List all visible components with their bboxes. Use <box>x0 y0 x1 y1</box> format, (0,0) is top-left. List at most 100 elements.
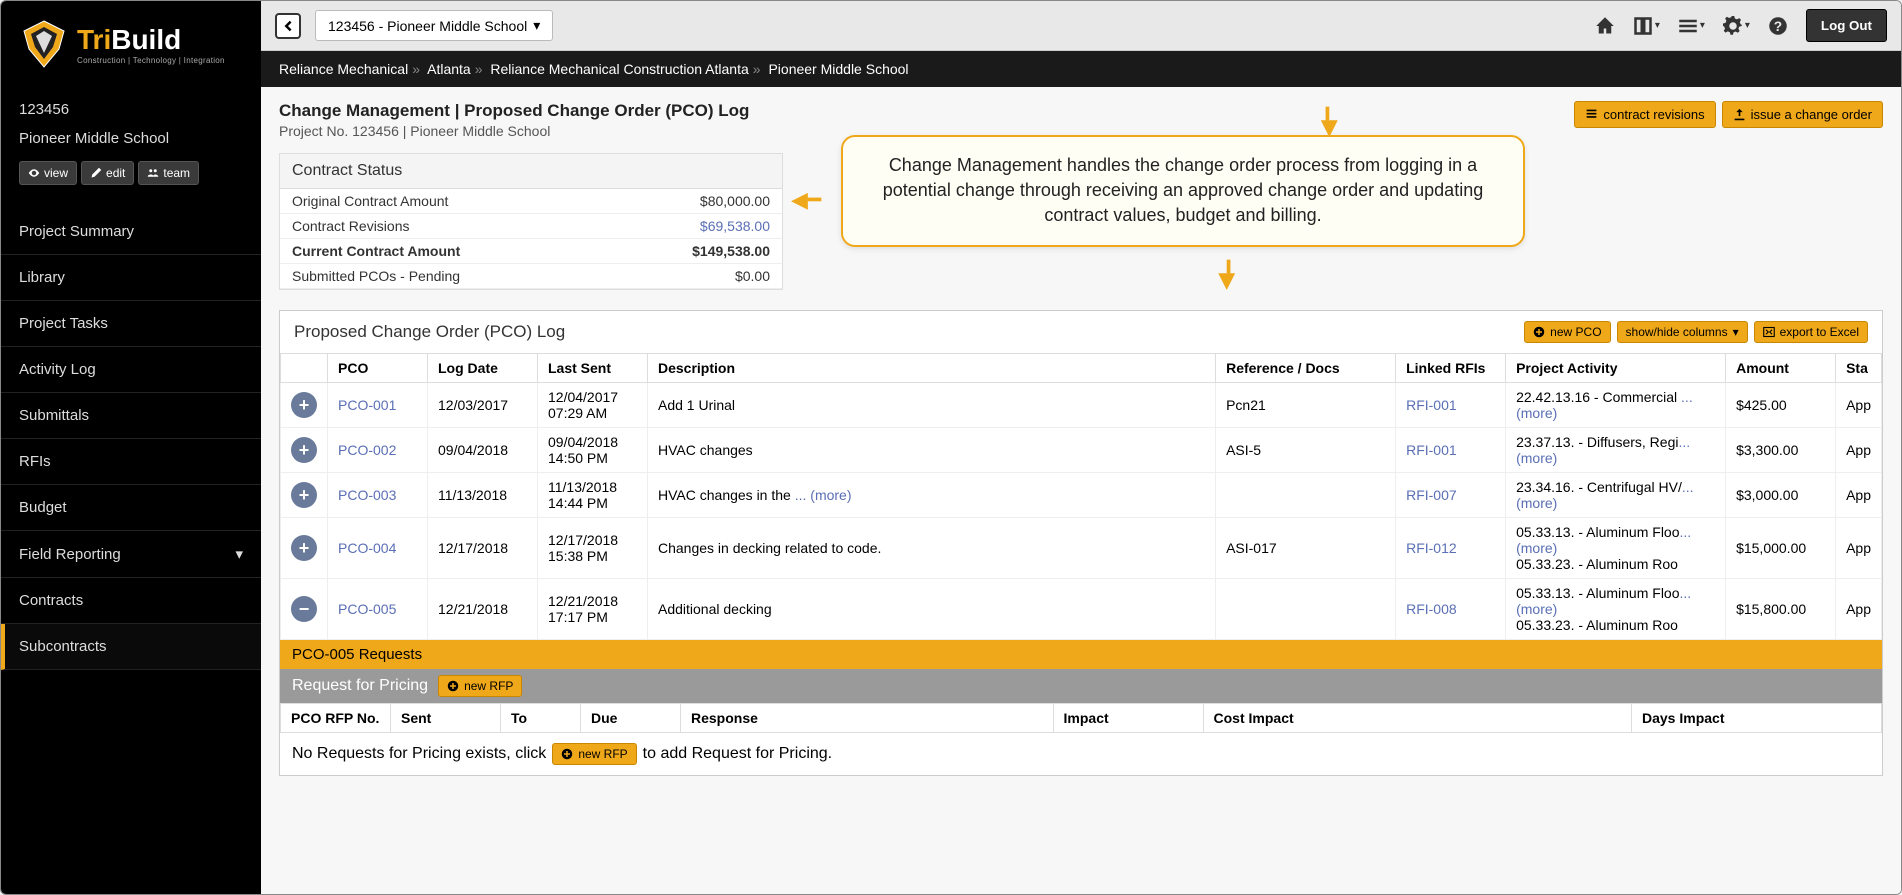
contract-revisions-link[interactable]: $69,538.00 <box>608 214 782 239</box>
issue-change-order-button[interactable]: issue a change order <box>1722 101 1883 128</box>
pco-log-section: Proposed Change Order (PCO) Log new PCO … <box>279 310 1883 776</box>
pco-th-amount[interactable]: Amount <box>1726 354 1836 383</box>
pco-table-row: +PCO-00112/03/201712/04/201707:29 AMAdd … <box>281 383 1882 428</box>
team-icon <box>147 167 159 179</box>
arrow-left-icon: ◀━ <box>791 187 821 213</box>
rfi-link[interactable]: RFI-012 <box>1396 518 1506 579</box>
sidebar-item-submittals[interactable]: Submittals <box>1 393 261 439</box>
more-link[interactable]: ... (more) <box>1516 585 1691 617</box>
rfi-link[interactable]: RFI-001 <box>1396 383 1506 428</box>
edit-button[interactable]: edit <box>81 161 134 185</box>
more-link[interactable]: ... (more) <box>1516 479 1693 511</box>
plus-circle-icon <box>561 748 573 760</box>
caret-down-icon: ▾ <box>235 545 243 563</box>
logout-button[interactable]: Log Out <box>1806 9 1887 42</box>
excel-icon <box>1763 326 1775 338</box>
arrow-up-icon: ◀━ <box>1315 107 1341 137</box>
sidebar-item-library[interactable]: Library <box>1 255 261 301</box>
rfp-th-sent[interactable]: Sent <box>391 704 501 733</box>
more-link[interactable]: ... (more) <box>1516 434 1690 466</box>
sidebar-item-project-tasks[interactable]: Project Tasks <box>1 301 261 347</box>
topbar: 123456 - Pioneer Middle School ▾ ▾ ▾ ▾ ?… <box>261 1 1901 51</box>
rfp-th-due[interactable]: Due <box>581 704 681 733</box>
expand-row-button[interactable]: − <box>291 596 317 622</box>
gear-icon[interactable]: ▾ <box>1723 16 1750 36</box>
rfi-link[interactable]: RFI-008 <box>1396 579 1506 640</box>
help-icon[interactable]: ? <box>1768 16 1788 36</box>
rfi-link[interactable]: RFI-001 <box>1396 428 1506 473</box>
new-pco-button[interactable]: new PCO <box>1524 321 1610 343</box>
sidebar-item-budget[interactable]: Budget <box>1 485 261 531</box>
team-button[interactable]: team <box>138 161 199 185</box>
pco-th-status[interactable]: Sta <box>1836 354 1882 383</box>
breadcrumb-item[interactable]: Reliance Mechanical Construction Atlanta <box>490 61 748 77</box>
rfi-link[interactable]: RFI-007 <box>1396 473 1506 518</box>
sidebar-item-rfis[interactable]: RFIs <box>1 439 261 485</box>
sidebar-nav: Project Summary Library Project Tasks Ac… <box>1 209 261 670</box>
svg-text:?: ? <box>1774 19 1782 34</box>
more-link[interactable]: ... (more) <box>795 487 852 503</box>
pco-th-ref[interactable]: Reference / Docs <box>1216 354 1396 383</box>
sidebar-project-number: 123456 <box>19 101 243 118</box>
pco-table-row: +PCO-00311/13/201811/13/201814:44 PMHVAC… <box>281 473 1882 518</box>
caret-down-icon: ▾ <box>1733 325 1739 339</box>
rfp-th-cost[interactable]: Cost Impact <box>1203 704 1631 733</box>
pco-th-activity[interactable]: Project Activity <box>1506 354 1726 383</box>
contract-revisions-button[interactable]: contract revisions <box>1574 101 1715 128</box>
page-subtitle: Project No. 123456 | Pioneer Middle Scho… <box>279 123 749 139</box>
layout-icon[interactable]: ▾ <box>1633 16 1660 36</box>
pco-requests-bar: PCO-005 Requests <box>280 640 1882 669</box>
expand-row-button[interactable]: + <box>291 392 317 418</box>
pco-th-desc[interactable]: Description <box>648 354 1216 383</box>
more-link[interactable]: ... (more) <box>1516 524 1691 556</box>
sidebar: TriBuild Construction | Technology | Int… <box>1 1 261 894</box>
more-link[interactable]: ... (more) <box>1516 389 1693 421</box>
rfp-th-response[interactable]: Response <box>681 704 1054 733</box>
pco-th-rfis[interactable]: Linked RFIs <box>1396 354 1506 383</box>
logo-brand-build: Build <box>111 24 181 55</box>
pco-link[interactable]: PCO-001 <box>328 383 428 428</box>
pco-link[interactable]: PCO-002 <box>328 428 428 473</box>
list-icon[interactable]: ▾ <box>1678 16 1705 36</box>
caret-down-icon: ▾ <box>1700 20 1705 31</box>
help-callout: Change Management handles the change ord… <box>841 135 1525 247</box>
pco-link[interactable]: PCO-003 <box>328 473 428 518</box>
new-rfp-button[interactable]: new RFP <box>438 675 522 697</box>
rfp-th-to[interactable]: To <box>501 704 581 733</box>
pco-link[interactable]: PCO-005 <box>328 579 428 640</box>
sidebar-item-project-summary[interactable]: Project Summary <box>1 209 261 255</box>
view-button[interactable]: view <box>19 161 77 185</box>
sidebar-collapse-button[interactable] <box>275 13 301 39</box>
sidebar-item-contracts[interactable]: Contracts <box>1 578 261 624</box>
expand-row-button[interactable]: + <box>291 535 317 561</box>
show-hide-columns-button[interactable]: show/hide columns ▾ <box>1617 321 1748 343</box>
breadcrumb-item[interactable]: Reliance Mechanical <box>279 61 408 77</box>
breadcrumb-item[interactable]: Atlanta <box>427 61 471 77</box>
pencil-icon <box>90 167 102 179</box>
new-rfp-inline-button[interactable]: new RFP <box>552 743 636 765</box>
chevron-left-icon <box>281 19 295 33</box>
breadcrumb-item[interactable]: Pioneer Middle School <box>768 61 908 77</box>
pco-link[interactable]: PCO-004 <box>328 518 428 579</box>
list-icon <box>1585 108 1598 121</box>
main: 123456 - Pioneer Middle School ▾ ▾ ▾ ▾ ?… <box>261 1 1901 894</box>
logo-shield-icon <box>19 19 69 69</box>
breadcrumb: Reliance Mechanical» Atlanta» Reliance M… <box>261 51 1901 87</box>
caret-down-icon: ▾ <box>1745 20 1750 31</box>
rfp-th-days[interactable]: Days Impact <box>1632 704 1882 733</box>
expand-row-button[interactable]: + <box>291 482 317 508</box>
upload-icon <box>1733 108 1746 121</box>
pco-th-lastsent[interactable]: Last Sent <box>538 354 648 383</box>
sidebar-item-activity-log[interactable]: Activity Log <box>1 347 261 393</box>
pco-th-pco[interactable]: PCO <box>328 354 428 383</box>
sidebar-item-field-reporting[interactable]: Field Reporting▾ <box>1 531 261 578</box>
pco-th-logdate[interactable]: Log Date <box>428 354 538 383</box>
expand-row-button[interactable]: + <box>291 437 317 463</box>
export-excel-button[interactable]: export to Excel <box>1754 321 1868 343</box>
rfp-th-no[interactable]: PCO RFP No. <box>281 704 391 733</box>
rfp-th-impact[interactable]: Impact <box>1053 704 1203 733</box>
home-icon[interactable] <box>1595 16 1615 36</box>
project-selector[interactable]: 123456 - Pioneer Middle School ▾ <box>315 10 553 41</box>
sidebar-item-subcontracts[interactable]: Subcontracts <box>1 624 261 670</box>
pco-th-expand[interactable] <box>281 354 328 383</box>
